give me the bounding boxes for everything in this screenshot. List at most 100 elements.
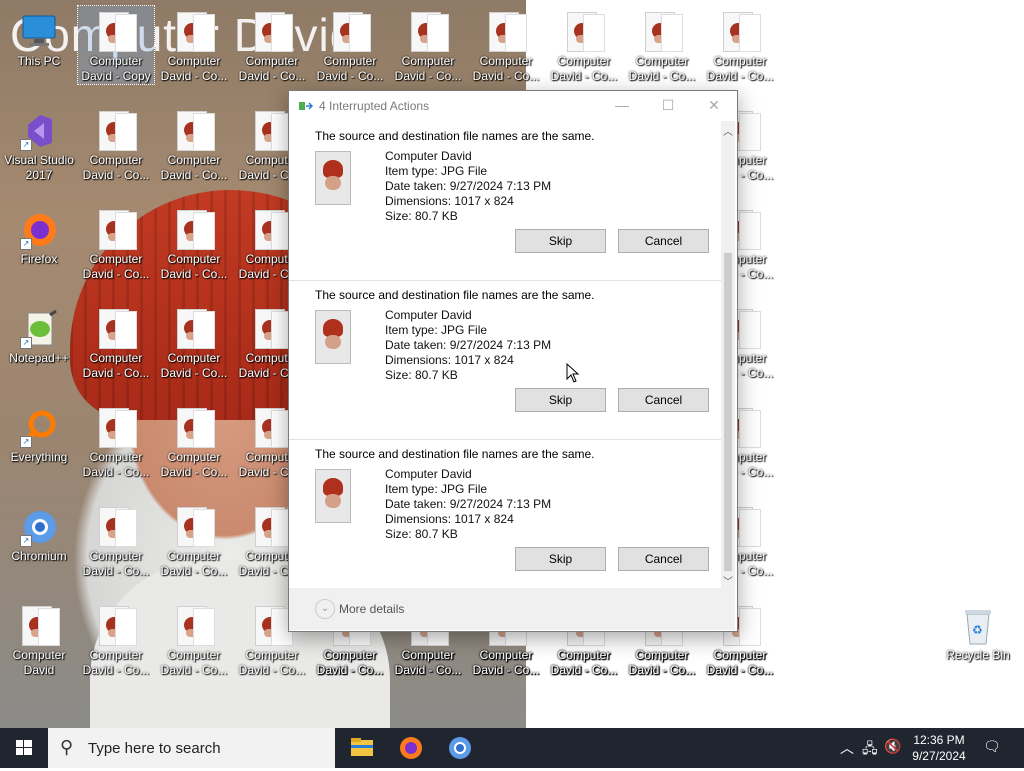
desktop-file-label: Computer David - Co... (472, 54, 540, 83)
desktop-file-icon[interactable]: Computer David - Co... (156, 105, 232, 183)
firefox-icon: ↗ (20, 210, 58, 250)
maximize-button[interactable]: ☐ (657, 95, 679, 115)
desktop-file-icon[interactable]: Computer David - Co... (156, 600, 232, 678)
taskbar-chromium[interactable] (436, 728, 484, 768)
desktop-file-icon[interactable]: Computer David - Co... (78, 204, 154, 282)
file-explorer-icon (351, 738, 373, 756)
file-thumbnail (315, 310, 351, 364)
taskbar-search-box[interactable]: ⚲ Type here to search (48, 728, 335, 768)
desktop-file-icon[interactable]: Computer David - Co... (156, 6, 232, 84)
cancel-button[interactable]: Cancel (618, 229, 709, 253)
desktop-file-icon[interactable]: Computer David - Co... (624, 6, 700, 84)
desktop-file-icon[interactable]: Computer David - Co... (156, 402, 232, 480)
image-file-icon (175, 12, 215, 52)
desktop-file-icon[interactable]: Computer David - Co... (156, 501, 232, 579)
desktop-file-label: Computer David - Co... (394, 648, 462, 677)
desktop-file-label: Computer David - Co... (550, 54, 618, 83)
desktop-file-label: Computer David - Co... (82, 648, 150, 677)
scroll-down-icon[interactable]: ﹀ (721, 573, 735, 588)
windows-logo-icon (16, 740, 32, 755)
file-dimensions: Dimensions: 1017 x 824 (385, 512, 514, 526)
taskbar-clock[interactable]: 12:36 PM 9/27/2024 (900, 732, 978, 764)
more-details-link[interactable]: More details (339, 602, 404, 616)
shortcut-arrow-icon: ↗ (20, 535, 32, 547)
desktop-icon-everything[interactable]: ↗ Everything (1, 402, 77, 465)
image-file-icon (97, 12, 137, 52)
desktop-file-icon[interactable]: Computer David - Co... (468, 6, 544, 84)
desktop-icon-this-pc[interactable]: This PC (1, 6, 77, 69)
desktop-file-icon[interactable]: Computer David - Co... (78, 402, 154, 480)
file-info: Computer David Item type: JPG File Date … (385, 467, 551, 542)
desktop-file-label: Computer David - Co... (160, 351, 228, 380)
conflict-message: The source and destination file names ar… (315, 447, 595, 461)
image-file-icon (97, 408, 137, 448)
image-file-icon (253, 408, 293, 448)
start-button[interactable] (0, 728, 48, 768)
image-file-icon (175, 606, 215, 646)
dialog-scrollbar[interactable]: ︿ ﹀ (721, 121, 735, 589)
chevron-down-icon[interactable]: ⌄ (315, 599, 335, 619)
dialog-footer: ⌄ More details (289, 588, 735, 630)
desktop-icon-chromium[interactable]: ↗ Chromium (1, 501, 77, 564)
image-file-icon (97, 309, 137, 349)
minimize-button[interactable]: — (611, 95, 633, 115)
file-dimensions: Dimensions: 1017 x 824 (385, 353, 514, 367)
image-file-icon (253, 606, 293, 646)
desktop-file-label: Computer David - Co... (628, 54, 696, 83)
desktop-file-icon[interactable]: Computer David - Co... (78, 105, 154, 183)
desktop-file-icon[interactable]: Computer David - Co... (78, 501, 154, 579)
shortcut-arrow-icon: ↗ (20, 238, 32, 250)
visual-studio-icon: ↗ (20, 111, 58, 151)
image-file-icon (97, 606, 137, 646)
cancel-button[interactable]: Cancel (618, 388, 709, 412)
file-thumbnail (315, 151, 351, 205)
mouse-cursor-icon (566, 363, 580, 383)
file-type: Item type: JPG File (385, 164, 488, 178)
skip-button[interactable]: Skip (515, 388, 606, 412)
desktop-file-icon[interactable]: Computer David - Co... (390, 6, 466, 84)
file-size: Size: 80.7 KB (385, 368, 458, 382)
network-icon[interactable]: 🖧 (862, 738, 878, 762)
conflict-message: The source and destination file names ar… (315, 129, 595, 143)
volume-muted-icon[interactable]: 🔇 (884, 738, 901, 755)
desktop-file-icon[interactable]: Computer David - Co... (156, 303, 232, 381)
shortcut-arrow-icon: ↗ (20, 436, 32, 448)
image-file-icon (175, 408, 215, 448)
desktop-file-icon[interactable]: Computer David - Co... (312, 6, 388, 84)
desktop-icon-notepad-plus-plus[interactable]: ↗ Notepad++ (1, 303, 77, 366)
monitor-icon (20, 12, 58, 52)
shortcut-arrow-icon: ↗ (20, 139, 32, 151)
chromium-icon: ↗ (20, 507, 58, 547)
desktop-file-label: Computer David - Co... (394, 54, 462, 83)
desktop-file-icon[interactable]: Computer David - Co... (546, 6, 622, 84)
desktop-icon-recycle-bin[interactable]: ♻ Recycle Bin (940, 600, 1016, 663)
skip-button[interactable]: Skip (515, 229, 606, 253)
desktop-file-icon[interactable]: Computer David - Co... (702, 6, 778, 84)
image-file-icon (721, 12, 761, 52)
image-file-icon (175, 309, 215, 349)
desktop-icon-firefox[interactable]: ↗ Firefox (1, 204, 77, 267)
taskbar-firefox[interactable] (387, 728, 435, 768)
chevron-up-icon[interactable]: ︿ (840, 738, 854, 758)
desktop-file-icon[interactable]: Computer David - Copy (77, 5, 155, 85)
scroll-up-icon[interactable]: ︿ (721, 123, 735, 138)
file-type: Item type: JPG File (385, 323, 488, 337)
scrollbar-thumb[interactable] (724, 253, 732, 571)
desktop-file-icon[interactable]: Computer David - Co... (78, 303, 154, 381)
clock-date: 9/27/2024 (912, 749, 966, 763)
desktop-file-label: Computer David - Copy (81, 54, 151, 83)
close-button[interactable]: ✕ (703, 95, 725, 115)
desktop-file-icon[interactable]: Computer David - Co... (234, 6, 310, 84)
taskbar-file-explorer[interactable] (338, 728, 386, 768)
desktop-file-icon[interactable]: Computer David - Co... (78, 600, 154, 678)
desktop-icon-visual-studio[interactable]: ↗ Visual Studio 2017 (1, 105, 77, 183)
desktop-icon-computer-david[interactable]: Computer David (1, 600, 77, 678)
notifications-icon[interactable]: 🗨 (983, 738, 1001, 755)
chromium-icon (449, 737, 471, 759)
desktop-file-icon[interactable]: Computer David - Co... (156, 204, 232, 282)
conflict-item: The source and destination file names ar… (289, 280, 721, 440)
cancel-button[interactable]: Cancel (618, 547, 709, 571)
skip-button[interactable]: Skip (515, 547, 606, 571)
image-file-icon (253, 210, 293, 250)
dialog-titlebar[interactable]: 4 Interrupted Actions — ☐ ✕ (289, 91, 737, 121)
